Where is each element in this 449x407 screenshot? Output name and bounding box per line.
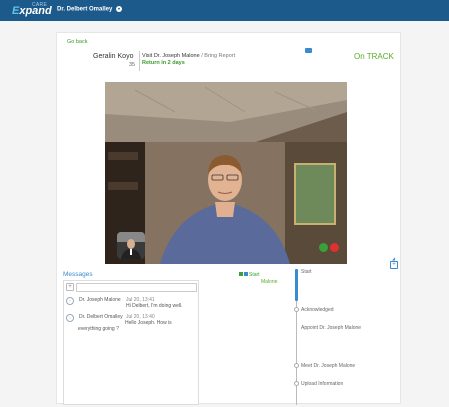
microphone-icon[interactable] — [319, 243, 328, 252]
message-text: Hi Delbert, I'm doing well. — [126, 303, 183, 309]
timeline-item[interactable]: Meet Dr. Joseph Malone — [301, 363, 355, 369]
visit-title-sub: / Bring Report — [201, 53, 236, 59]
timeline-item[interactable]: Upload Information — [301, 381, 343, 387]
flag-group[interactable]: Start — [239, 272, 260, 278]
timeline-item[interactable]: Start — [301, 269, 312, 275]
visit-title: Visit Dr. Joseph Malone / Bring Report — [142, 53, 235, 59]
chat-icon[interactable] — [305, 48, 312, 53]
flag-name: Malone — [261, 279, 278, 285]
avatar: ◌ — [66, 297, 74, 305]
timeline-item[interactable]: Acknowledged — [301, 307, 334, 313]
messages-panel: + ◌ Dr. Joseph Malone Jul 20, 13:41 Hi D… — [63, 280, 199, 405]
return-notice: Return in 2 days — [142, 60, 185, 66]
end-call-icon[interactable] — [330, 243, 339, 252]
status-badge: On TRACK — [354, 52, 394, 61]
video-call-view — [105, 82, 347, 264]
timeline-item[interactable]: Appoint Dr. Joseph Malone — [301, 325, 361, 331]
avatar: ◌ — [66, 314, 74, 322]
go-back-link[interactable]: Go back — [67, 39, 87, 45]
timeline-dot — [294, 381, 299, 386]
self-view-thumbnail[interactable] — [117, 232, 145, 259]
plus-icon[interactable]: + — [66, 283, 74, 291]
timeline-dot — [294, 307, 299, 312]
add-icon[interactable]: + — [390, 261, 398, 269]
patient-age: 35 — [129, 62, 136, 68]
visit-card: Go back Geralin Koyo 35 Visit Dr. Joseph… — [56, 32, 401, 405]
user-name: Dr. Delbert Omalley — [57, 6, 113, 13]
visit-title-main: Visit Dr. Joseph Malone — [142, 53, 200, 59]
divider — [139, 51, 140, 71]
flag-label: Start — [249, 272, 260, 278]
message-compose-row: + — [65, 283, 197, 292]
logo-expand-text: Expand — [12, 5, 52, 17]
timeline-dot — [294, 363, 299, 368]
message-input[interactable] — [76, 283, 197, 292]
top-navigation-bar: CARE Expand Dr. Delbert Omalley ▾ — [0, 0, 449, 21]
messages-title: Messages — [63, 271, 93, 278]
patient-name: Geralin Koyo — [93, 53, 134, 60]
message-sender: Dr. Joseph Malone — [79, 297, 121, 303]
care-expand-logo[interactable]: CARE Expand — [12, 2, 56, 19]
user-menu[interactable]: Dr. Delbert Omalley ▾ — [57, 6, 123, 13]
message-text: Hello Joseph. How is everything going ? — [78, 320, 172, 332]
flag-icon — [239, 272, 243, 276]
flag-icon — [244, 272, 248, 276]
chevron-down-icon[interactable]: ▾ — [116, 6, 123, 12]
timeline-progress — [295, 269, 298, 301]
